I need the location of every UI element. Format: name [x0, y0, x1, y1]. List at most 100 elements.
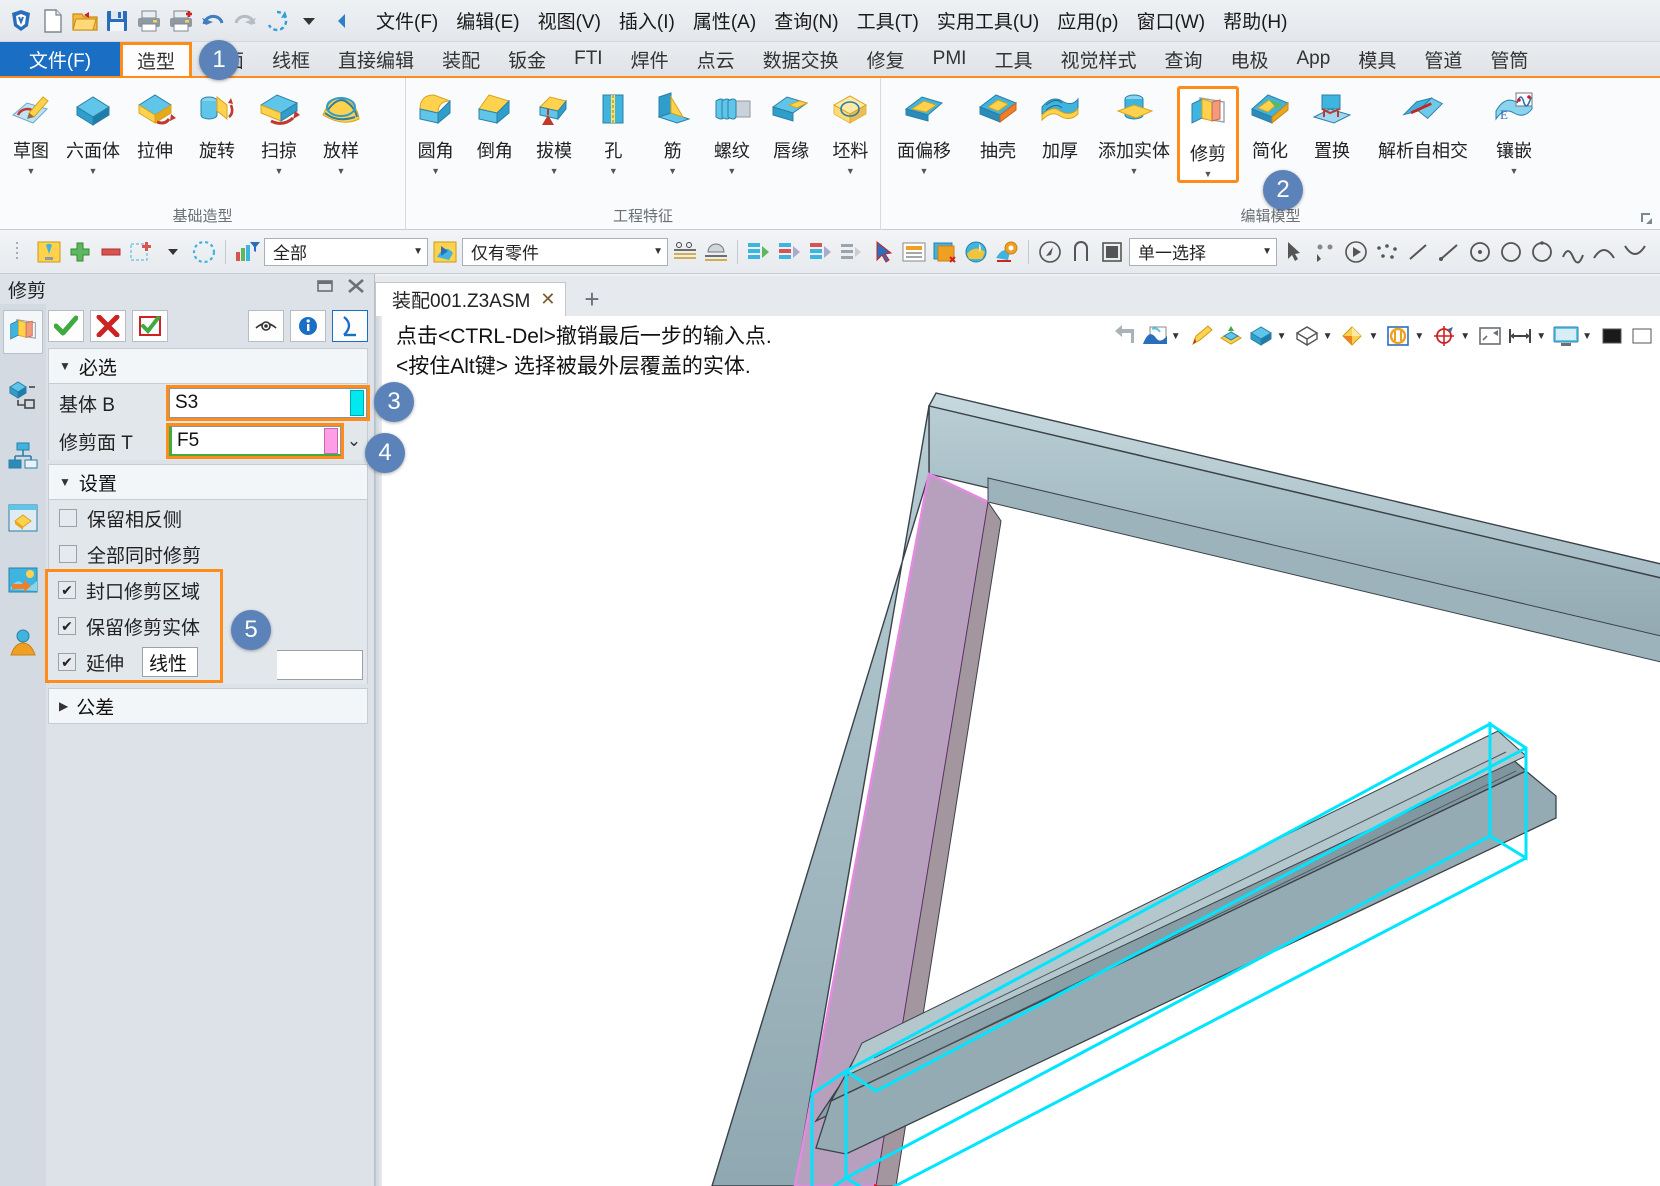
extend-value-rest[interactable] — [277, 650, 363, 680]
chevron-down-icon[interactable]: ▼ — [727, 167, 736, 176]
book-icon[interactable] — [931, 238, 959, 266]
section-required-header[interactable]: ▼ 必选 — [48, 348, 368, 384]
tab-tubing[interactable]: 管筒 — [1476, 42, 1542, 76]
image-export-icon[interactable] — [3, 558, 43, 602]
expand-button[interactable] — [332, 310, 368, 342]
ribbon-button-lip[interactable]: 唇缘 — [762, 86, 821, 165]
arc2-icon[interactable] — [1621, 238, 1649, 266]
curve-icon[interactable] — [1067, 238, 1095, 266]
close-icon[interactable] — [346, 278, 366, 294]
chevron-down-icon[interactable]: ▼ — [920, 167, 929, 176]
menu-item-insert[interactable]: 插入(I) — [611, 5, 683, 36]
open-file-icon[interactable] — [70, 6, 100, 36]
angle-icon[interactable] — [702, 238, 730, 266]
trim-face-dropdown-icon[interactable]: ⌄ — [341, 431, 367, 451]
ribbon-button-face-offset[interactable]: 面偏移 ▼ — [881, 86, 967, 177]
chevron-down-icon[interactable]: ▼ — [431, 167, 440, 176]
menu-item-utilities[interactable]: 实用工具(U) — [929, 5, 1047, 36]
measure-icon[interactable] — [671, 238, 699, 266]
arrow-select-icon[interactable] — [1280, 238, 1308, 266]
menu-item-help[interactable]: 帮助(H) — [1215, 5, 1295, 36]
part-scope-icon[interactable] — [431, 238, 459, 266]
ribbon-button-add-solid[interactable]: 添加实体 ▼ — [1091, 86, 1177, 177]
arc-icon[interactable] — [1590, 238, 1618, 266]
ribbon-button-inlay[interactable]: E 镶嵌 ▼ — [1483, 86, 1545, 177]
tab-electrode[interactable]: 电极 — [1216, 42, 1282, 76]
menu-item-inquire[interactable]: 查询(N) — [766, 5, 846, 36]
grip-handle[interactable] — [4, 238, 32, 266]
menu-item-application[interactable]: 应用(p) — [1049, 5, 1126, 36]
chevron-down-icon[interactable]: ▼ — [653, 246, 663, 257]
minimize-icon[interactable] — [316, 278, 334, 294]
dialog-launcher-icon[interactable] — [1640, 212, 1654, 226]
tab-inquire[interactable]: 查询 — [1150, 42, 1216, 76]
print-icon[interactable] — [134, 6, 164, 36]
menu-item-view[interactable]: 视图(V) — [530, 5, 609, 36]
line2-icon[interactable] — [1435, 238, 1463, 266]
ribbon-button-replace[interactable]: 置换 — [1301, 86, 1363, 165]
base-body-field[interactable] — [166, 385, 370, 421]
chevron-down-icon[interactable]: ▼ — [337, 167, 346, 176]
ribbon-button-stock[interactable]: 坯料 ▼ — [821, 86, 880, 177]
ribbon-button-loft[interactable]: 放样 ▼ — [310, 86, 372, 177]
ribbon-button-shell[interactable]: 抽壳 — [967, 86, 1029, 165]
assembly-tree-icon[interactable] — [3, 372, 43, 416]
menu-item-tools[interactable]: 工具(T) — [849, 5, 927, 36]
base-body-input[interactable] — [170, 392, 350, 414]
circle-icon[interactable] — [1497, 238, 1525, 266]
section-settings-header[interactable]: ▼ 设置 — [48, 464, 368, 500]
new-tab-icon[interactable]: + — [566, 282, 617, 316]
ribbon-button-sketch[interactable]: 草图 ▼ — [0, 86, 62, 177]
tab-heal[interactable]: 修复 — [853, 42, 919, 76]
line-icon[interactable] — [1404, 238, 1432, 266]
menu-item-attribute[interactable]: 属性(A) — [685, 5, 764, 36]
tab-visual-style[interactable]: 视觉样式 — [1046, 42, 1150, 76]
section-tolerance-header[interactable]: ▶ 公差 — [48, 688, 368, 724]
ribbon-button-sweep[interactable]: 扫掠 ▼ — [248, 86, 310, 177]
part-preview-icon[interactable] — [3, 496, 43, 540]
chevron-down-icon[interactable]: ▼ — [27, 167, 36, 176]
chevron-down-icon[interactable] — [159, 238, 187, 266]
circle2-icon[interactable] — [1528, 238, 1556, 266]
close-tab-icon[interactable]: ✕ — [540, 289, 555, 310]
ribbon-button-revolve[interactable]: 旋转 — [186, 86, 248, 165]
menu-item-window[interactable]: 窗口(W) — [1128, 5, 1213, 36]
trim-all-simultaneously-checkbox[interactable]: 全部同时修剪 — [49, 536, 367, 572]
cap-trim-region-checkbox[interactable]: ✔ 封口修剪区域 — [48, 572, 220, 608]
tab-wireframe[interactable]: 线框 — [258, 42, 324, 76]
ribbon-button-thread[interactable]: 螺纹 ▼ — [702, 86, 761, 177]
tab-sheet-metal[interactable]: 钣金 — [494, 42, 560, 76]
tab-file[interactable]: 文件(F) — [0, 42, 120, 76]
chevron-down-icon[interactable]: ▼ — [846, 167, 855, 176]
dashed-circle-icon[interactable] — [190, 238, 218, 266]
preview-button[interactable] — [248, 310, 284, 342]
tab-fti[interactable]: FTI — [560, 42, 617, 76]
extend-checkbox[interactable]: ✔ 延伸 线性 — [48, 644, 220, 680]
ribbon-button-thicken[interactable]: 加厚 — [1029, 86, 1091, 165]
tab-app[interactable]: App — [1283, 42, 1345, 76]
tab-direct-edit[interactable]: 直接编辑 — [324, 42, 428, 76]
entity-filter-combo[interactable]: 仅有零件 ▼ — [462, 237, 668, 266]
spline-icon[interactable] — [1559, 238, 1587, 266]
chevron-down-icon[interactable]: ▼ — [1130, 167, 1139, 176]
ribbon-button-hexahedron[interactable]: 六面体 ▼ — [62, 86, 124, 177]
chevron-down-icon[interactable]: ▼ — [668, 167, 677, 176]
save-file-icon[interactable] — [102, 6, 132, 36]
play-icon[interactable] — [1342, 238, 1370, 266]
layer4-icon[interactable] — [838, 238, 866, 266]
chevron-down-icon[interactable]: ▼ — [413, 246, 423, 257]
add-icon[interactable] — [66, 238, 94, 266]
collapse-ribbon-icon[interactable] — [326, 6, 356, 36]
quick-access-dropdown-icon[interactable] — [294, 6, 324, 36]
ribbon-button-resolve-self-intersect[interactable]: 解析自相交 — [1363, 86, 1483, 165]
menu-item-file[interactable]: 文件(F) — [368, 5, 446, 36]
trim-face-field[interactable] — [166, 423, 344, 459]
chevron-down-icon[interactable]: ▼ — [1204, 170, 1213, 179]
extend-type-value[interactable]: 线性 — [142, 647, 199, 677]
3d-viewport[interactable]: ▼ ▼ ▼ ▼ ▼ ▼ ▼ ▼ 点击<CTRL-Del>撤销最后一步的输入点. … — [375, 316, 1660, 1186]
layer2-icon[interactable] — [776, 238, 804, 266]
document-tab[interactable]: 装配001.Z3ASM ✕ — [375, 282, 567, 316]
menu-item-edit[interactable]: 编辑(E) — [448, 5, 527, 36]
dots-icon[interactable] — [1373, 238, 1401, 266]
user-icon[interactable] — [3, 620, 43, 664]
